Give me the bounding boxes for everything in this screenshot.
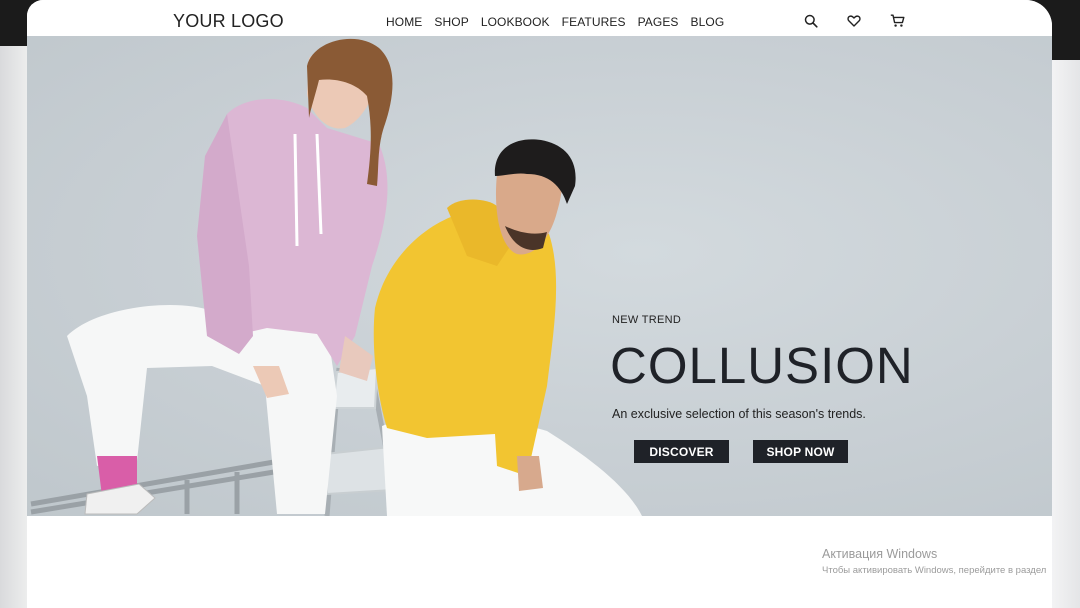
screen-edge-right xyxy=(1052,0,1080,608)
screen-edge-left xyxy=(0,0,27,608)
browser-viewport: YOUR LOGO HOME SHOP LOOKBOOK FEATURES PA… xyxy=(27,0,1052,608)
watermark-subtitle: Чтобы активировать Windows, перейдите в … xyxy=(822,565,1047,576)
shop-now-button[interactable]: SHOP NOW xyxy=(753,440,848,463)
hero-title: COLLUSION xyxy=(610,337,914,394)
man-figure xyxy=(373,139,642,516)
site-logo[interactable]: YOUR LOGO xyxy=(173,11,284,32)
heart-icon[interactable] xyxy=(847,14,864,31)
nav-item-blog[interactable]: BLOG xyxy=(691,15,725,29)
site-header: YOUR LOGO HOME SHOP LOOKBOOK FEATURES PA… xyxy=(27,0,1052,36)
woman-figure xyxy=(67,38,393,515)
nav-item-home[interactable]: HOME xyxy=(386,15,422,29)
hero-eyebrow: NEW TREND xyxy=(612,314,682,326)
watermark-title: Активация Windows xyxy=(822,547,938,561)
search-icon[interactable] xyxy=(804,14,821,31)
discover-button[interactable]: DISCOVER xyxy=(634,440,729,463)
windows-activation-watermark: Активация Windows Чтобы активировать Win… xyxy=(822,547,1046,576)
hero-photo xyxy=(30,38,642,516)
hero-banner: NEW TREND COLLUSION An exclusive selecti… xyxy=(27,36,1052,516)
nav-item-pages[interactable]: PAGES xyxy=(638,15,679,29)
cart-icon[interactable] xyxy=(890,14,907,31)
nav-item-features[interactable]: FEATURES xyxy=(562,15,626,29)
main-nav: HOME SHOP LOOKBOOK FEATURES PAGES BLOG xyxy=(386,15,724,29)
nav-item-lookbook[interactable]: LOOKBOOK xyxy=(481,15,550,29)
stool-left xyxy=(30,459,275,515)
header-actions xyxy=(804,14,907,31)
hero-subtitle: An exclusive selection of this season's … xyxy=(612,407,866,421)
nav-item-shop[interactable]: SHOP xyxy=(434,15,468,29)
